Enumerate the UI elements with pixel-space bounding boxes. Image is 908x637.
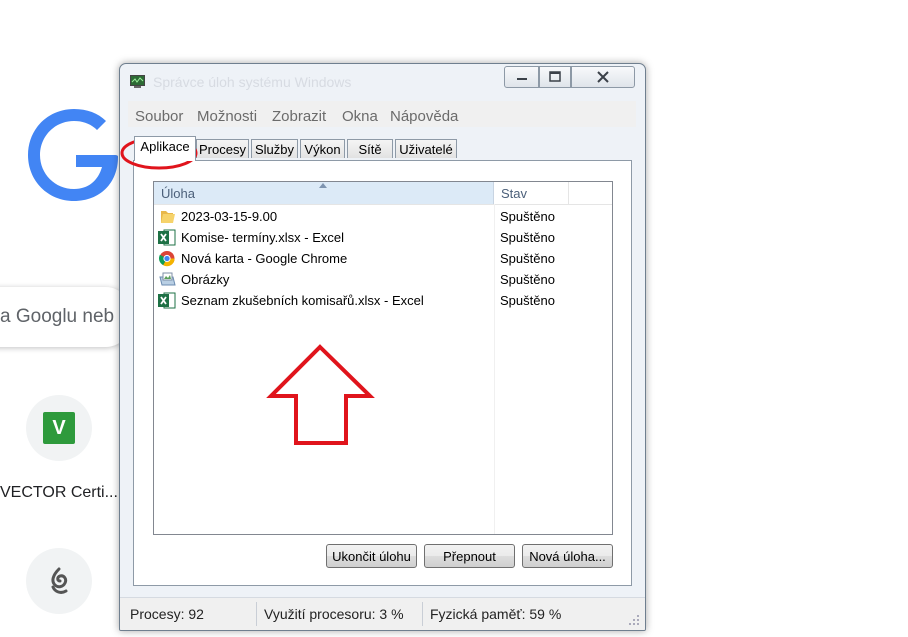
status-memory: Fyzická paměť: 59 % [430, 606, 562, 622]
task-list[interactable]: Úloha Stav 2023-03-15-9.00 Spuštěno Komi… [153, 181, 613, 535]
resize-grip-icon[interactable] [629, 615, 639, 625]
new-task-button[interactable]: Nová úloha... [522, 544, 613, 568]
task-name: 2023-03-15-9.00 [181, 209, 278, 224]
tab-sluzby[interactable]: Služby [251, 139, 298, 158]
switch-to-button[interactable]: Přepnout [424, 544, 515, 568]
close-icon [597, 71, 609, 83]
chrome-icon [158, 250, 175, 267]
end-task-button[interactable]: Ukončit úlohu [326, 544, 417, 568]
status-bar: Procesy: 92 Využití procesoru: 3 % Fyzic… [120, 597, 645, 630]
task-manager-icon [130, 75, 145, 88]
maximize-icon [549, 71, 561, 82]
excel-icon [158, 229, 176, 246]
menu-bar: Soubor Možnosti Zobrazit Okna Nápověda [128, 101, 636, 127]
shortcut-vector-label[interactable]: VECTOR Certi... [0, 484, 121, 502]
title-bar[interactable]: Správce úloh systému Windows [120, 64, 645, 97]
list-item[interactable]: Nová karta - Google Chrome Spuštěno [157, 248, 607, 269]
vector-badge-icon: V [43, 412, 75, 444]
shortcut-vector-tile[interactable]: V [26, 395, 92, 461]
tab-procesy[interactable]: Procesy [196, 139, 249, 158]
status-cpu: Využití procesoru: 3 % [264, 606, 404, 622]
task-name: Komise- termíny.xlsx - Excel [181, 230, 345, 245]
folder-icon [161, 211, 175, 223]
column-header-status[interactable]: Stav [494, 182, 569, 204]
tab-uzivatele[interactable]: Uživatelé [395, 139, 457, 158]
menu-zobrazit[interactable]: Zobrazit [272, 108, 326, 125]
menu-okna[interactable]: Okna [342, 108, 378, 125]
task-status: Spuštěno [500, 272, 555, 287]
column-header-empty [569, 182, 612, 204]
excel-icon [158, 292, 176, 309]
window-title: Správce úloh systému Windows [153, 74, 352, 90]
shortcut-tile-2[interactable] [26, 548, 92, 614]
tab-site[interactable]: Sítě [347, 139, 393, 158]
task-status: Spuštěno [500, 293, 555, 308]
search-placeholder[interactable]: a Googlu neb [0, 306, 122, 328]
swirl-logo-icon [51, 567, 68, 594]
list-item[interactable]: Komise- termíny.xlsx - Excel Spuštěno [157, 227, 607, 248]
menu-napoveda[interactable]: Nápověda [390, 108, 458, 125]
task-name: Seznam zkušebních komisařů.xlsx - Excel [181, 293, 424, 308]
status-separator [256, 602, 257, 626]
menu-moznosti[interactable]: Možnosti [197, 108, 257, 125]
status-separator [422, 602, 423, 626]
task-name: Obrázky [181, 272, 230, 287]
status-processes: Procesy: 92 [130, 606, 204, 622]
maximize-button[interactable] [539, 66, 571, 88]
task-status: Spuštěno [500, 209, 555, 224]
sort-ascending-icon [319, 183, 327, 188]
list-header: Úloha Stav [154, 182, 612, 205]
menu-soubor[interactable]: Soubor [135, 108, 183, 125]
minimize-button[interactable] [504, 66, 539, 88]
google-logo [28, 109, 118, 201]
list-item[interactable]: Obrázky Spuštěno [157, 269, 607, 290]
task-status: Spuštěno [500, 251, 555, 266]
task-name: Nová karta - Google Chrome [181, 251, 348, 266]
pictures-library-icon [159, 272, 176, 286]
tab-vykon[interactable]: Výkon [300, 139, 345, 158]
list-item[interactable]: 2023-03-15-9.00 Spuštěno [157, 206, 607, 227]
task-status: Spuštěno [500, 230, 555, 245]
task-manager-window: Správce úloh systému Windows Soubor Možn… [119, 63, 646, 631]
list-item[interactable]: Seznam zkušebních komisařů.xlsx - Excel … [157, 290, 607, 311]
close-button[interactable] [571, 66, 635, 88]
tab-aplikace[interactable]: Aplikace [134, 136, 196, 161]
minimize-icon [516, 78, 527, 80]
